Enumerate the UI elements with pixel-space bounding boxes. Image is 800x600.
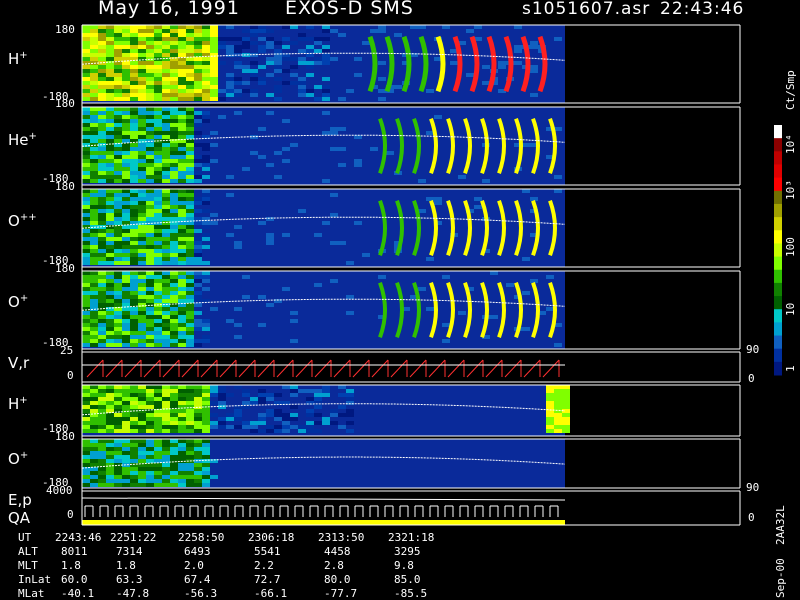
row-label-ut: UT	[18, 531, 32, 544]
panel-label-qa: QA	[8, 509, 31, 527]
row-label-inlat: InLat	[18, 573, 52, 586]
panel-label-h-plus: H+	[8, 50, 28, 68]
rtick-ep-max: 90	[746, 481, 760, 494]
cell-mlat-0: -40.1	[61, 587, 95, 600]
colorbar-segment	[774, 151, 782, 165]
colorbar-unit: Ct/Smp	[784, 70, 797, 110]
panel-vr	[82, 352, 565, 382]
cell-ut-2: 2258:50	[178, 531, 225, 544]
ytick-vr-min: 0	[67, 369, 74, 382]
ytick-eo-max: 180	[55, 430, 75, 443]
colorbar-segment	[774, 309, 782, 323]
panel-label-energy-o-plus: O+	[8, 450, 29, 468]
row-label-alt: ALT	[18, 545, 38, 558]
cell-alt-2: 6493	[184, 545, 211, 558]
colorbar-segment	[774, 361, 782, 376]
colorbar-segment	[774, 164, 782, 179]
ytick-vr-max: 25	[60, 344, 74, 357]
panel-label-vr: V,r	[8, 354, 30, 372]
colorbar-tick-10: 10	[784, 302, 797, 316]
panel-label-o-plus-plus: O++	[8, 212, 37, 230]
colorbar-segment	[774, 138, 782, 152]
colorbar-segment	[774, 296, 782, 310]
colorbar-tick-1: 1	[784, 365, 797, 372]
cell-mlt-2: 2.0	[184, 559, 204, 572]
cell-ut-1: 2251:22	[110, 531, 157, 544]
ytick-h-max: 180	[55, 23, 75, 36]
cell-ut-5: 2321:18	[388, 531, 435, 544]
ytick-he-max: 180	[55, 97, 75, 110]
panel-label-o-plus: O+	[8, 293, 29, 311]
cell-alt-3: 5541	[254, 545, 281, 558]
colorbar-segment	[774, 269, 782, 284]
cell-mlt-1: 1.8	[116, 559, 136, 572]
cell-alt-1: 7314	[116, 545, 143, 558]
rtick-ep-min: 0	[748, 511, 755, 524]
cell-mlat-4: -77.7	[324, 587, 358, 600]
version-label: Sep-00 2AA32L	[774, 505, 787, 598]
cell-mlat-2: -56.3	[184, 587, 218, 600]
colorbar-segment	[774, 203, 782, 218]
panel-label-he-plus: He+	[8, 131, 37, 149]
colorbar-segment	[774, 230, 782, 244]
row-label-mlat: MLat	[18, 587, 45, 600]
colorbar-segment	[774, 282, 782, 297]
qa-bar	[82, 520, 565, 525]
colorbar-segment	[774, 335, 782, 350]
ytick-ep-max: 4000	[46, 484, 73, 497]
cell-inlat-0: 60.0	[61, 573, 88, 586]
cell-mlat-5: -85.5	[394, 587, 428, 600]
cell-alt-4: 4458	[324, 545, 351, 558]
colorbar-segment	[774, 243, 782, 258]
plot-date: May 16, 1991	[98, 0, 240, 19]
ytick-op-max: 180	[55, 262, 75, 275]
rtick-vr-max: 90	[746, 343, 760, 356]
cell-mlat-3: -66.1	[254, 587, 288, 600]
colorbar-segment	[774, 217, 782, 231]
cell-inlat-5: 85.0	[394, 573, 421, 586]
plot-time: 22:43:46	[660, 0, 745, 19]
ytick-ep-min: 0	[67, 508, 74, 521]
cell-ut-0: 2243:46	[55, 531, 102, 544]
cell-mlt-4: 2.8	[324, 559, 344, 572]
panel-label-ep: E,p	[8, 491, 32, 509]
colorbar-tick-1000: 10³	[784, 180, 797, 200]
plot-file: s1051607.asr	[522, 0, 651, 19]
colorbar-segment	[774, 322, 782, 337]
cell-inlat-4: 80.0	[324, 573, 351, 586]
cell-inlat-3: 72.7	[254, 573, 281, 586]
cell-mlt-0: 1.8	[61, 559, 81, 572]
colorbar-tick-100: 100	[784, 237, 797, 257]
cell-ut-3: 2306:18	[248, 531, 295, 544]
colorbar-tick-10000: 10⁴	[784, 134, 797, 154]
cell-inlat-2: 67.4	[184, 573, 211, 586]
plot-instrument: EXOS-D SMS	[285, 0, 414, 19]
colorbar-segment	[774, 348, 782, 363]
cell-alt-5: 3295	[394, 545, 421, 558]
rtick-vr-min: 0	[748, 372, 755, 385]
sms-spectrogram	[81, 24, 782, 526]
panel-ep	[82, 491, 565, 519]
cell-mlt-3: 2.2	[254, 559, 274, 572]
cell-mlat-1: -47.8	[116, 587, 150, 600]
row-label-mlt: MLT	[18, 559, 38, 572]
cell-mlt-5: 9.8	[394, 559, 414, 572]
panel-label-energy-h-plus: H+	[8, 395, 28, 413]
colorbar-segment	[774, 190, 782, 205]
cell-alt-0: 8011	[61, 545, 88, 558]
colorbar-segment	[774, 256, 782, 271]
cell-inlat-1: 63.3	[116, 573, 143, 586]
ytick-opp-max: 180	[55, 180, 75, 193]
cell-ut-4: 2313:50	[318, 531, 365, 544]
colorbar-segment	[774, 177, 782, 192]
colorbar-segment	[774, 125, 782, 139]
